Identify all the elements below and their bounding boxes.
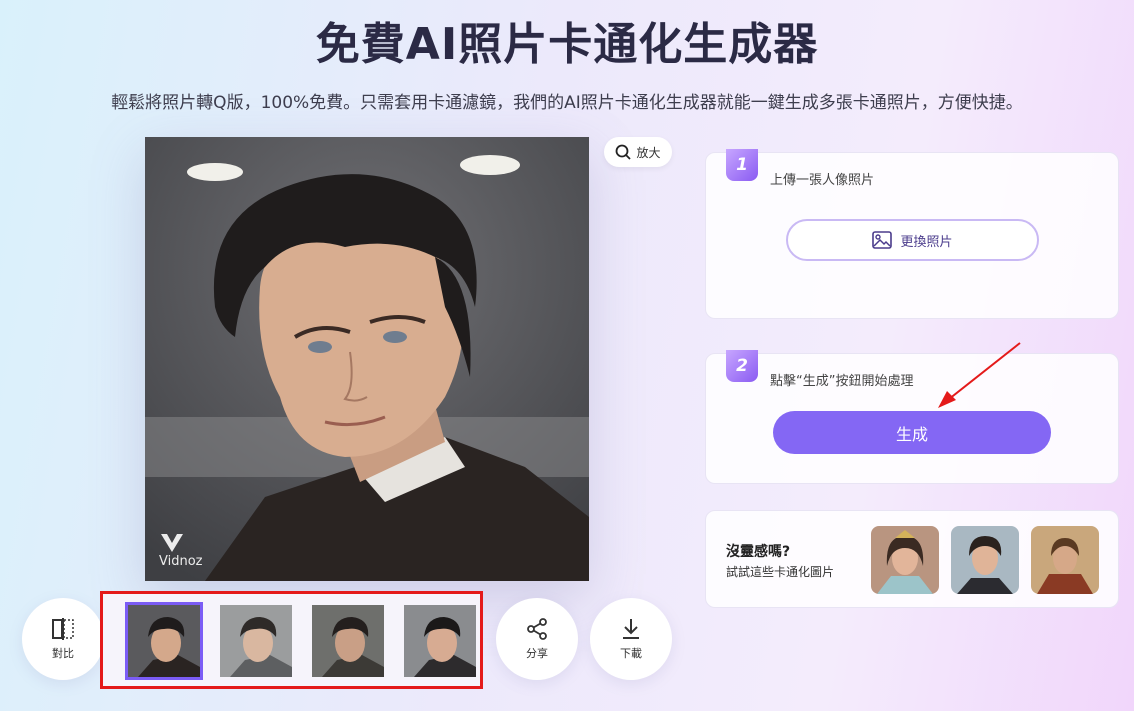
step-1-badge: 1: [726, 149, 758, 181]
image-icon: [872, 231, 893, 249]
example-image-2-art: [951, 526, 1019, 594]
thumbnail-2-image: [220, 605, 292, 677]
examples-subtitle: 試試這些卡通化圖片: [726, 565, 835, 579]
step-2-text: 點擊“生成”按鈕開始處理: [770, 374, 914, 389]
compare-icon: [52, 618, 74, 640]
compare-label: 對比: [52, 647, 74, 660]
share-button[interactable]: 分享: [496, 598, 578, 680]
share-label: 分享: [526, 647, 548, 660]
example-image-3-art: [1031, 526, 1099, 594]
replace-photo-button[interactable]: 更換照片: [786, 219, 1039, 261]
thumbnail-2[interactable]: [220, 605, 292, 677]
page-subtitle: 輕鬆將照片轉Q版，100%免費。只需套用卡通濾鏡，我們的AI照片卡通化生成器就能…: [111, 93, 1023, 113]
generate-button[interactable]: 生成: [773, 411, 1051, 454]
share-icon: [527, 618, 547, 640]
compare-button[interactable]: 對比: [22, 598, 104, 680]
download-icon: [623, 619, 639, 639]
example-image-1-art: [871, 526, 939, 594]
preview-illustration: [145, 137, 589, 581]
download-button[interactable]: 下載: [590, 598, 672, 680]
zoom-label: 放大: [636, 145, 661, 160]
download-label: 下載: [620, 647, 642, 660]
thumbnail-4-image: [404, 605, 476, 677]
watermark-text: Vidnoz: [159, 554, 203, 569]
example-image-2[interactable]: [951, 526, 1019, 594]
examples-title: 沒靈感嗎?: [726, 544, 791, 560]
thumbnail-4[interactable]: [404, 605, 476, 677]
thumbnail-3[interactable]: [312, 605, 384, 677]
thumbnail-strip: [100, 591, 483, 689]
thumbnail-3-image: [312, 605, 384, 677]
magnifier-icon: [616, 144, 632, 160]
replace-photo-label: 更換照片: [900, 234, 953, 250]
red-arrow-annotation: [938, 342, 1021, 408]
cartoon-preview-image: Vidnoz: [145, 137, 589, 581]
vidnoz-watermark: Vidnoz: [159, 532, 203, 569]
example-image-1[interactable]: [871, 526, 939, 594]
zoom-button[interactable]: 放大: [604, 137, 672, 167]
page-title: 免費AI照片卡通化生成器: [315, 19, 819, 70]
example-image-3[interactable]: [1031, 526, 1099, 594]
step-1-card: 1 上傳一張人像照片 更換照片: [705, 149, 1119, 319]
step-2-card: 2 點擊“生成”按鈕開始處理 生成: [705, 350, 1119, 484]
vidnoz-logo-icon: [161, 534, 183, 552]
thumbnail-1-image: [128, 605, 200, 677]
examples-card: 沒靈感嗎? 試試這些卡通化圖片: [705, 510, 1119, 608]
step-2-badge: 2: [726, 350, 758, 382]
thumbnail-1[interactable]: [125, 602, 203, 680]
step-1-text: 上傳一張人像照片: [770, 173, 875, 188]
